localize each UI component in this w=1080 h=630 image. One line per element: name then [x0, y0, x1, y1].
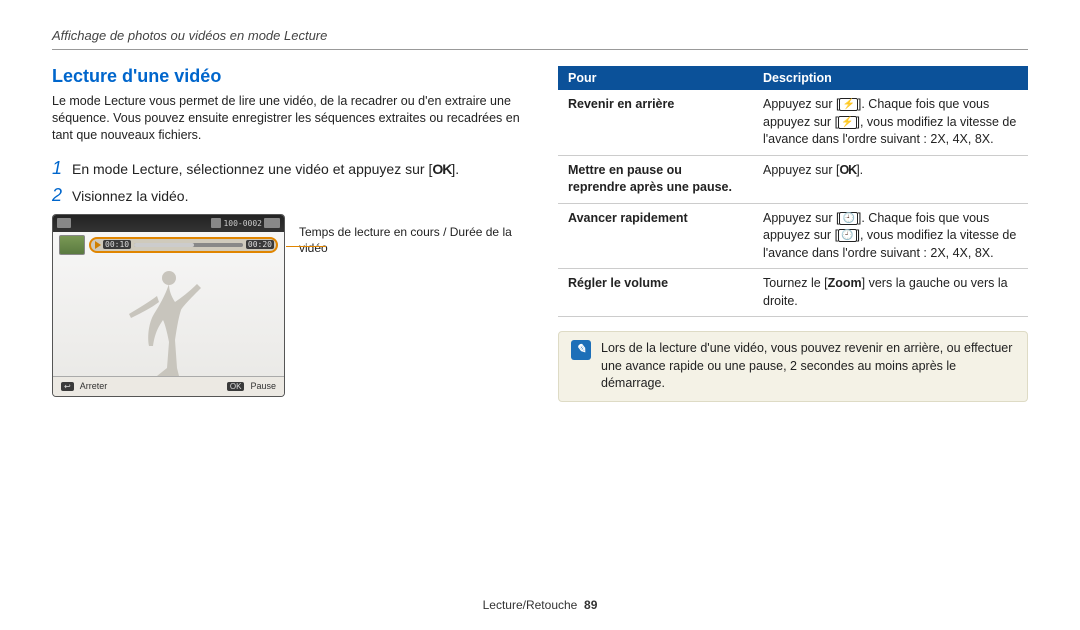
total-time: 00:20	[246, 240, 274, 249]
step-2: 2 Visionnez la vidéo.	[52, 185, 530, 206]
action-cell: Régler le volume	[558, 269, 753, 317]
page-footer: Lecture/Retouche 89	[0, 598, 1080, 612]
progress-pill: 00:10 00:20	[89, 237, 278, 253]
table-row: Mettre en pause ou reprendre après une p…	[558, 155, 1028, 203]
button-bar: ↩ Arreter OK Pause	[53, 376, 284, 396]
timer-icon: 🕘	[839, 212, 857, 225]
flash-icon: ⚡	[838, 116, 856, 129]
step-text: En mode Lecture, sélectionnez une vidéo …	[72, 161, 459, 177]
step-text: Visionnez la vidéo.	[72, 188, 188, 204]
table-row: Régler le volume Tournez le [Zoom] vers …	[558, 269, 1028, 317]
th-action: Pour	[558, 66, 753, 90]
time-row: 00:10 00:20	[53, 232, 284, 258]
video-icon	[57, 218, 71, 228]
flash-icon: ⚡	[839, 98, 857, 111]
step-text-post: ].	[451, 161, 459, 177]
memory-icon	[211, 218, 221, 228]
th-desc: Description	[753, 66, 1028, 90]
ok-icon: OK	[432, 161, 451, 177]
figure-wrap: 100-0002 00:10 00:20	[52, 214, 530, 397]
zoom-label: Zoom	[828, 276, 862, 290]
step-1: 1 En mode Lecture, sélectionnez une vidé…	[52, 158, 530, 179]
ok-key-icon: OK	[227, 382, 245, 391]
divider	[52, 49, 1028, 50]
breadcrumb: Affichage de photos ou vidéos en mode Le…	[52, 28, 1028, 43]
info-icon: ✎	[571, 340, 591, 360]
file-counter: 100-0002	[223, 219, 262, 228]
dancer-silhouette	[119, 266, 209, 376]
callout-line	[286, 246, 326, 247]
back-label: Arreter	[80, 381, 108, 391]
footer-page: 89	[584, 598, 597, 612]
action-cell: Revenir en arrière	[558, 90, 753, 155]
action-cell: Avancer rapidement	[558, 203, 753, 269]
step-number: 2	[52, 185, 72, 206]
step-number: 1	[52, 158, 72, 179]
timer-icon: 🕘	[838, 229, 856, 242]
video-canvas	[53, 258, 284, 376]
footer-section: Lecture/Retouche	[483, 598, 578, 612]
status-bar: 100-0002	[53, 215, 284, 232]
action-cell: Mettre en pause ou reprendre après une p…	[558, 155, 753, 203]
desc-cell: Tournez le [Zoom] vers la gauche ou vers…	[753, 269, 1028, 317]
info-note: ✎ Lors de la lecture d'une vidéo, vous p…	[558, 331, 1028, 402]
progress-bar	[134, 243, 243, 247]
step-text-pre: En mode Lecture, sélectionnez une vidéo …	[72, 161, 432, 177]
play-icon	[95, 241, 101, 249]
table-row: Avancer rapidement Appuyez sur [🕘]. Chaq…	[558, 203, 1028, 269]
elapsed-time: 00:10	[103, 240, 131, 249]
desc-cell: Appuyez sur [OK].	[753, 155, 1028, 203]
video-thumb	[59, 235, 85, 255]
right-column: Pour Description Revenir en arrière Appu…	[558, 66, 1028, 402]
note-text: Lors de la lecture d'une vidéo, vous pou…	[601, 340, 1015, 393]
back-key-icon: ↩	[61, 382, 74, 391]
desc-cell: Appuyez sur [⚡]. Chaque fois que vous ap…	[753, 90, 1028, 155]
desc-cell: Appuyez sur [🕘]. Chaque fois que vous ap…	[753, 203, 1028, 269]
camera-screenshot: 100-0002 00:10 00:20	[52, 214, 285, 397]
ok-label: Pause	[250, 381, 276, 391]
figure-caption: Temps de lecture en cours / Durée de la …	[299, 224, 530, 397]
controls-table: Pour Description Revenir en arrière Appu…	[558, 66, 1028, 317]
intro-text: Le mode Lecture vous permet de lire une …	[52, 93, 530, 144]
battery-icon	[264, 218, 280, 228]
ok-icon: OK	[839, 163, 856, 177]
table-row: Revenir en arrière Appuyez sur [⚡]. Chaq…	[558, 90, 1028, 155]
left-column: Lecture d'une vidéo Le mode Lecture vous…	[52, 66, 530, 402]
section-title: Lecture d'une vidéo	[52, 66, 530, 87]
